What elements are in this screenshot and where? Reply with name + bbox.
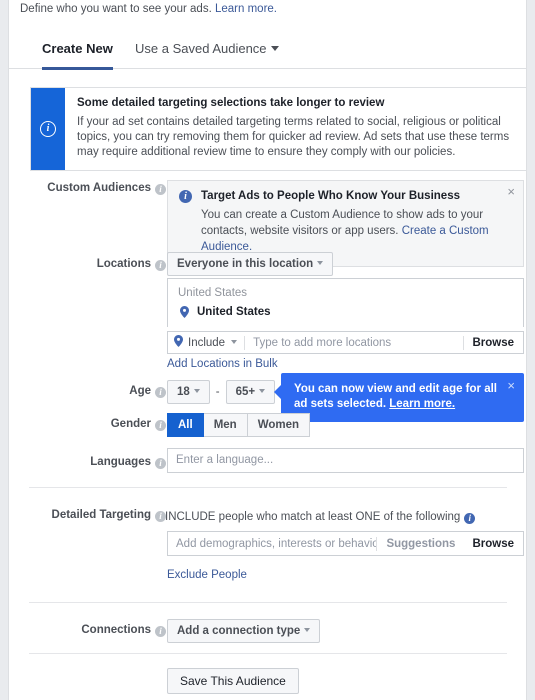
tooltip-learn-more-link[interactable]: Learn more. (389, 398, 455, 410)
info-tooltip-icon[interactable]: i (155, 184, 166, 195)
list-item[interactable]: United States (178, 306, 513, 318)
connections-label-text: Connections (81, 624, 151, 636)
gender-option-men[interactable]: Men (203, 413, 248, 437)
section-divider (29, 602, 507, 603)
chevron-down-icon (304, 627, 311, 632)
age-max-dropdown[interactable]: 65+ (225, 380, 276, 404)
suggestions-button[interactable]: Suggestions (377, 538, 464, 550)
audience-editor-page: Define who you want to see your ads. Lea… (0, 0, 535, 700)
gender-label-text: Gender (110, 418, 151, 430)
map-pin-icon (180, 306, 189, 321)
exclude-people-link[interactable]: Exclude People (167, 569, 247, 581)
tooltip-arrow (274, 385, 281, 399)
browse-targeting-button[interactable]: Browse (464, 538, 523, 550)
section-divider (29, 487, 507, 488)
gender-label: Gender i (26, 418, 166, 431)
info-icon: i (40, 121, 56, 137)
languages-input[interactable]: Enter a language... (167, 448, 524, 473)
chevron-down-icon (231, 339, 238, 344)
age-min-dropdown[interactable]: 18 (167, 380, 210, 404)
age-edit-tooltip: × You can now view and edit age for all … (274, 373, 524, 422)
connections-button-label: Add a connection type (177, 625, 301, 637)
age-min-value: 18 (177, 386, 190, 398)
detailed-targeting-include-header: INCLUDE people who match at least ONE of… (165, 511, 476, 524)
detailed-targeting-label: Detailed Targeting i (26, 509, 166, 522)
add-connection-type-dropdown[interactable]: Add a connection type (167, 619, 321, 643)
tab-bar: Create New Use a Saved Audience (9, 36, 526, 70)
save-audience-button[interactable]: Save This Audience (167, 668, 299, 694)
map-pin-icon (174, 335, 183, 350)
detailed-targeting-input[interactable]: Add demographics, interests or behaviors (168, 538, 376, 550)
intro-text: Define who you want to see your ads. Lea… (20, 2, 277, 16)
detailed-targeting-search-bar: Add demographics, interests or behaviors… (167, 531, 524, 556)
info-tooltip-icon[interactable]: i (464, 513, 476, 524)
location-scope-label: Everyone in this location (177, 258, 314, 270)
tab-use-saved-audience[interactable]: Use a Saved Audience (135, 36, 279, 67)
gender-option-women[interactable]: Women (247, 413, 311, 437)
section-divider (29, 653, 507, 654)
banner-stripe: i (31, 88, 65, 170)
location-item-label: United States (197, 306, 271, 318)
location-search-input[interactable]: Type to add more locations (245, 337, 463, 349)
custom-audiences-label-text: Custom Audiences (47, 182, 151, 194)
age-controls: 18 - 65+ (167, 380, 276, 404)
selected-locations-list: United States United States (167, 278, 524, 327)
tab-create-new-label: Create New (42, 41, 113, 56)
review-info-banner: i Some detailed targeting selections tak… (30, 87, 527, 171)
banner-body: Some detailed targeting selections take … (65, 88, 526, 170)
tab-use-saved-audience-label: Use a Saved Audience (135, 41, 267, 56)
age-label: Age i (26, 385, 166, 398)
banner-title: Some detailed targeting selections take … (77, 97, 385, 109)
age-range-separator: - (215, 386, 220, 398)
locations-label: Locations i (26, 258, 166, 271)
languages-label-text: Languages (90, 456, 151, 468)
connections-label: Connections i (26, 624, 166, 637)
gender-toggle-group: All Men Women (167, 413, 311, 437)
add-locations-in-bulk-link[interactable]: Add Locations in Bulk (167, 358, 278, 370)
age-label-text: Age (129, 385, 151, 397)
gender-option-all[interactable]: All (167, 413, 204, 437)
callout-title-text: Target Ads to People Who Know Your Busin… (201, 190, 460, 202)
custom-audiences-label: Custom Audiences i (26, 182, 166, 195)
tab-create-new[interactable]: Create New (42, 36, 113, 70)
chevron-down-icon (317, 260, 324, 265)
location-search-bar: Include Type to add more locations Brows… (167, 331, 524, 354)
browse-locations-button[interactable]: Browse (464, 337, 523, 349)
info-tooltip-icon[interactable]: i (155, 260, 166, 271)
info-tooltip-icon[interactable]: i (155, 626, 166, 637)
info-icon: i (179, 190, 192, 203)
include-label: Include (188, 336, 226, 349)
intro-learn-more-link[interactable]: Learn more. (215, 3, 277, 15)
chevron-down-icon (270, 46, 279, 52)
location-group-header: United States (178, 287, 248, 299)
chevron-down-icon (193, 388, 200, 393)
callout-title: i Target Ads to People Who Know Your Bus… (179, 190, 512, 203)
languages-label: Languages i (26, 456, 166, 469)
chevron-down-icon (259, 388, 266, 393)
location-scope-dropdown[interactable]: Everyone in this location (167, 252, 334, 276)
include-header-text: INCLUDE people who match at least ONE of… (165, 511, 461, 523)
close-icon[interactable]: × (507, 379, 515, 392)
age-max-value: 65+ (235, 386, 256, 398)
callout-body: You can create a Custom Audience to show… (179, 207, 512, 255)
locations-label-text: Locations (96, 258, 151, 270)
include-exclude-dropdown[interactable]: Include (168, 335, 244, 350)
banner-description: If your ad set contains detailed targeti… (77, 116, 510, 158)
info-tooltip-icon[interactable]: i (155, 420, 166, 431)
info-tooltip-icon[interactable]: i (155, 387, 166, 398)
detailed-targeting-label-text: Detailed Targeting (51, 509, 151, 521)
content-card: Define who you want to see your ads. Lea… (8, 0, 527, 700)
info-tooltip-icon[interactable]: i (155, 458, 166, 469)
intro-label: Define who you want to see your ads. (20, 3, 212, 15)
